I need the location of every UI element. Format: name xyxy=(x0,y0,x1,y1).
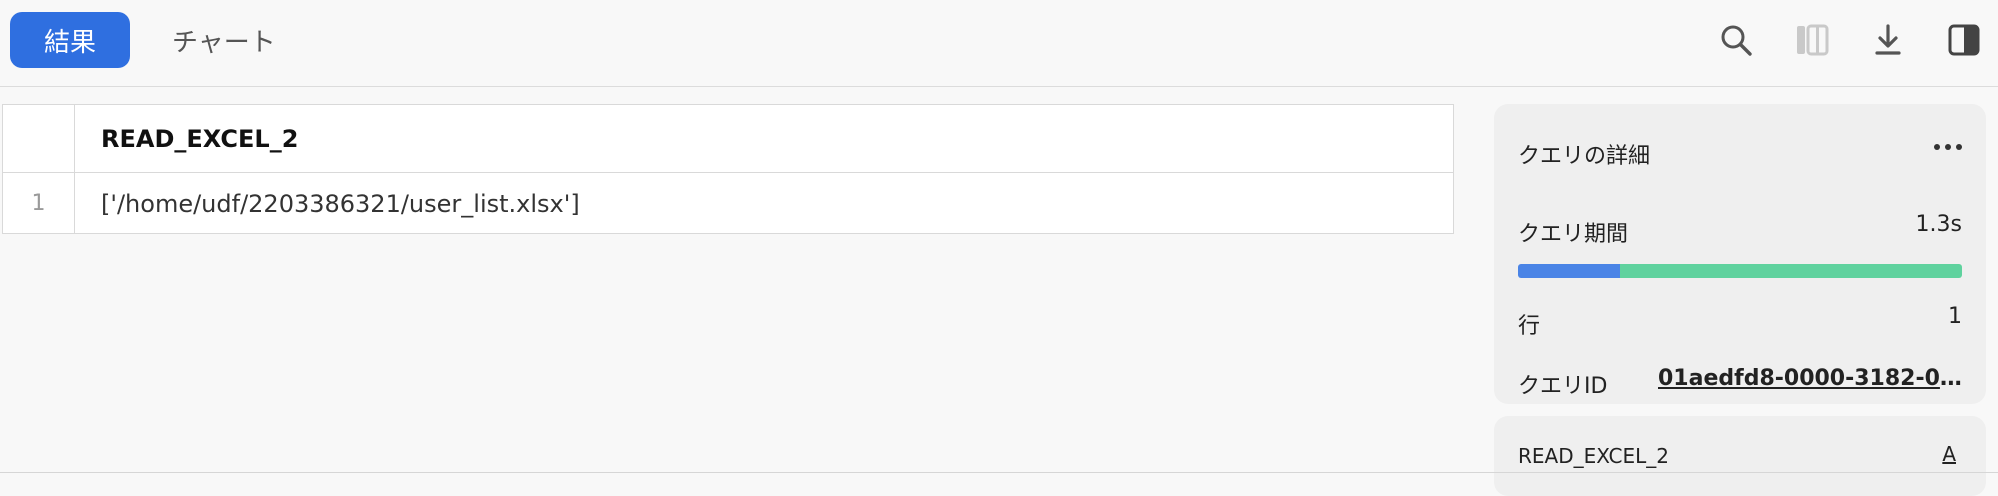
column-type-link[interactable]: A xyxy=(1942,442,1956,466)
table-row[interactable]: 1 ['/home/udf/2203386321/user_list.xlsx'… xyxy=(3,173,1453,234)
query-details-title: クエリの詳細 xyxy=(1518,144,1651,169)
rows-label: 行 xyxy=(1518,314,1541,339)
row-number: 1 xyxy=(3,173,75,234)
download-icon[interactable] xyxy=(1868,20,1908,60)
row-number-header xyxy=(3,105,75,172)
search-icon[interactable] xyxy=(1716,20,1756,60)
query-details-panel: クエリの詳細 クエリ期間 1.3s 行 1 クエリID 01aedfd8-000… xyxy=(1494,104,1986,404)
rows-value: 1 xyxy=(1948,304,1962,329)
column-stats-panel: READ_EXCEL_2 A xyxy=(1494,416,1986,496)
query-duration-value: 1.3s xyxy=(1915,212,1962,237)
column-name: READ_EXCEL_2 xyxy=(1518,444,1669,468)
panel-toggle-icon[interactable] xyxy=(1944,20,1984,60)
tab-results[interactable]: 結果 xyxy=(10,12,130,68)
query-id-link[interactable]: 01aedfd8-0000-3182-0... xyxy=(1658,366,1962,391)
table-header-row: READ_EXCEL_2 xyxy=(3,105,1453,173)
results-table: READ_EXCEL_2 1 ['/home/udf/2203386321/us… xyxy=(2,104,1454,234)
more-options-icon[interactable] xyxy=(1934,144,1962,150)
tab-chart[interactable]: チャート xyxy=(172,12,276,68)
columns-icon[interactable] xyxy=(1792,20,1832,60)
duration-bar-execute xyxy=(1620,264,1962,278)
query-duration-label: クエリ期間 xyxy=(1518,222,1629,247)
table-cell[interactable]: ['/home/udf/2203386321/user_list.xlsx'] xyxy=(101,173,580,234)
results-toolbar: 結果 チャート xyxy=(0,0,1998,87)
column-header[interactable]: READ_EXCEL_2 xyxy=(101,105,298,172)
duration-bar-compile xyxy=(1518,264,1621,278)
duration-bar xyxy=(1518,264,1962,278)
query-id-label: クエリID xyxy=(1518,374,1608,399)
divider xyxy=(0,472,1998,473)
